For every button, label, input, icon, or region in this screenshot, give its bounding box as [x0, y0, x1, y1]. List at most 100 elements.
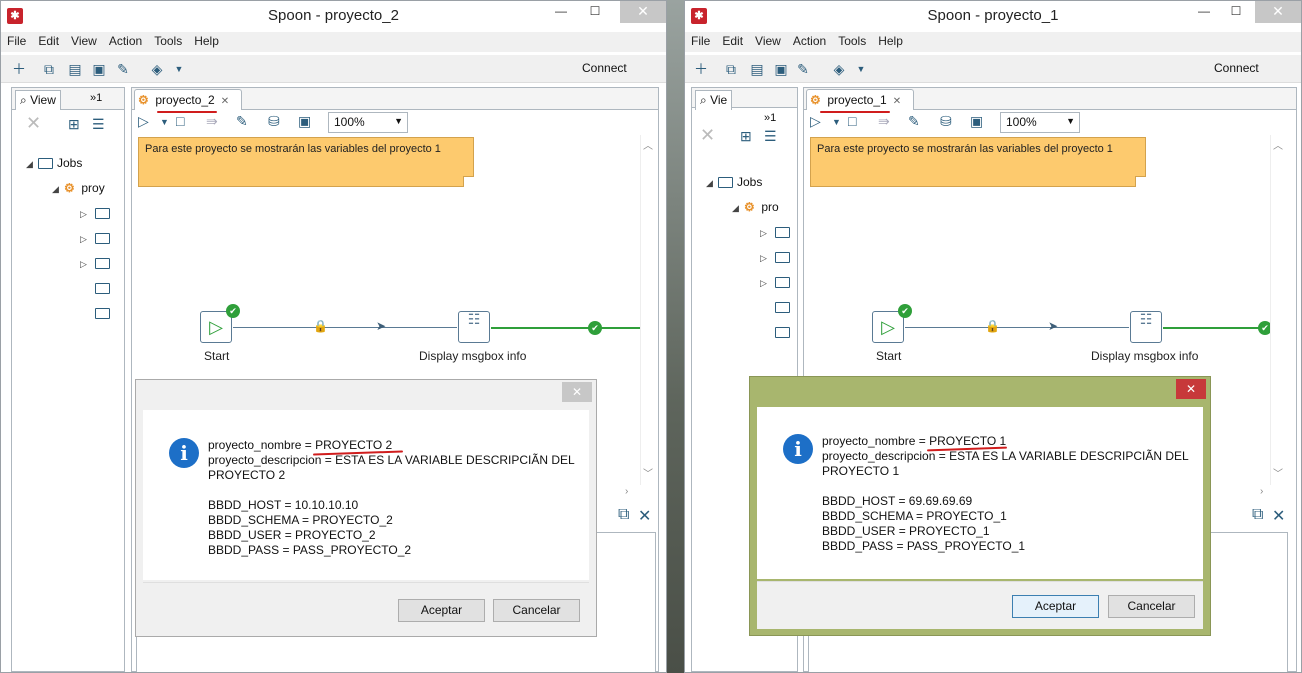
menu-action[interactable]: Action — [787, 32, 832, 50]
scroll-up-icon[interactable]: ︿ — [643, 137, 653, 152]
run-options-icon[interactable]: ▼ — [160, 117, 169, 127]
hop-line[interactable] — [905, 327, 1129, 328]
perspective-layers-icon[interactable]: ◈ — [147, 59, 167, 79]
menu-tools[interactable]: Tools — [148, 32, 188, 50]
menu-edit[interactable]: Edit — [32, 32, 65, 50]
run-icon[interactable]: ▷ — [138, 113, 149, 130]
close-window-button[interactable]: ✕ — [620, 1, 666, 23]
check-icon[interactable]: ✎ — [236, 113, 248, 130]
tree-item-folder[interactable] — [760, 297, 794, 317]
cancel-button[interactable]: Cancelar — [493, 599, 580, 622]
tab-proyecto-2[interactable]: ⚙ proyecto_2 ✕ — [134, 89, 242, 110]
zoom-select[interactable]: 100% ▼ — [1000, 112, 1080, 133]
connect-button[interactable]: Connect — [1214, 61, 1259, 75]
menu-help[interactable]: Help — [188, 32, 225, 50]
sql-icon[interactable]: ⛁ — [268, 113, 280, 130]
menu-help[interactable]: Help — [872, 32, 909, 50]
menu-edit[interactable]: Edit — [716, 32, 749, 50]
zoom-select[interactable]: 100% ▼ — [328, 112, 408, 133]
scroll-right-icon[interactable]: › — [625, 486, 628, 497]
hop-line-success[interactable] — [491, 327, 642, 329]
vertical-scrollbar[interactable]: ︿ ﹀ — [640, 135, 654, 485]
run-icon[interactable]: ▷ — [810, 113, 821, 130]
scroll-down-icon[interactable]: ﹀ — [643, 465, 653, 480]
dialog-close-button[interactable]: ✕ — [1176, 379, 1206, 399]
tree-item-folder[interactable]: ▷ — [760, 222, 794, 242]
tree-item-jobs[interactable]: ◢ Jobs — [26, 153, 82, 173]
accept-button[interactable]: Aceptar — [1012, 595, 1099, 618]
explore-repository-icon[interactable]: ▤ — [65, 59, 85, 79]
tree-item-job[interactable]: ◢ ⚙ proy — [52, 178, 105, 198]
save-as-icon[interactable]: ✎ — [793, 59, 813, 79]
close-panel-icon[interactable]: ✕ — [1272, 506, 1285, 526]
new-file-icon[interactable]: ＋ — [691, 59, 711, 79]
minimize-button[interactable]: — — [546, 1, 576, 23]
delete-icon[interactable]: ✕ — [26, 113, 41, 134]
close-panel-icon[interactable]: ✕ — [638, 506, 651, 526]
menu-action[interactable]: Action — [103, 32, 148, 50]
more-tabs-button[interactable]: »1 — [90, 92, 102, 104]
close-tab-icon[interactable]: ✕ — [893, 96, 901, 107]
minimize-button[interactable]: — — [1189, 1, 1219, 23]
canvas-note[interactable]: Para este proyecto se mostrarán las vari… — [138, 137, 474, 187]
stop-icon[interactable]: □ — [176, 113, 184, 129]
perspective-dropdown-icon[interactable]: ▼ — [851, 59, 871, 79]
connect-button[interactable]: Connect — [582, 61, 627, 75]
delete-icon[interactable]: ✕ — [700, 125, 715, 146]
close-window-button[interactable]: ✕ — [1255, 1, 1301, 23]
scroll-up-icon[interactable]: ︿ — [1273, 137, 1283, 152]
view-tab[interactable]: ⌕ Vie — [695, 90, 733, 110]
hop-line[interactable] — [233, 327, 457, 328]
collapse-tree-icon[interactable]: ☰ — [764, 128, 777, 145]
maximize-panel-icon[interactable]: ⧉ — [1252, 506, 1263, 524]
cancel-button[interactable]: Cancelar — [1108, 595, 1195, 618]
tree-item-job[interactable]: ◢ ⚙ pro — [732, 197, 779, 217]
menu-file[interactable]: File — [1, 32, 32, 50]
msgbox-entry[interactable]: ☷ — [1130, 311, 1162, 343]
tree-item-folder[interactable]: ▷ — [760, 247, 794, 267]
explore-repository-icon[interactable]: ▤ — [747, 59, 767, 79]
menu-file[interactable]: File — [685, 32, 716, 50]
tree-item-folder[interactable]: ▷ — [80, 203, 114, 223]
open-file-icon[interactable]: ⧉ — [39, 59, 59, 79]
tree-item-folder[interactable]: ▷ — [80, 253, 114, 273]
check-icon[interactable]: ✎ — [908, 113, 920, 130]
maximize-button[interactable]: ☐ — [580, 1, 610, 23]
view-tab[interactable]: ⌕ View — [15, 90, 61, 110]
close-tab-icon[interactable]: ✕ — [221, 96, 229, 107]
perspective-dropdown-icon[interactable]: ▼ — [169, 59, 189, 79]
msgbox-entry[interactable]: ☷ — [458, 311, 490, 343]
maximize-panel-icon[interactable]: ⧉ — [618, 506, 629, 524]
menu-view[interactable]: View — [65, 32, 103, 50]
tree-item-folder[interactable] — [80, 303, 114, 323]
dialog-close-button[interactable]: ✕ — [562, 382, 592, 402]
explore-db-icon[interactable]: ▣ — [970, 113, 983, 130]
maximize-button[interactable]: ☐ — [1221, 1, 1251, 23]
accept-button[interactable]: Aceptar — [398, 599, 485, 622]
stop-icon[interactable]: □ — [848, 113, 856, 129]
sql-icon[interactable]: ⛁ — [940, 113, 952, 130]
save-icon[interactable]: ▣ — [771, 59, 791, 79]
expand-tree-icon[interactable]: ⊞ — [740, 128, 752, 145]
tree-item-folder[interactable] — [760, 322, 794, 342]
save-icon[interactable]: ▣ — [89, 59, 109, 79]
hop-line-success[interactable] — [1163, 327, 1268, 329]
run-options-icon[interactable]: ▼ — [832, 117, 841, 127]
tab-proyecto-1[interactable]: ⚙ proyecto_1 ✕ — [806, 89, 914, 110]
tree-item-folder[interactable]: ▷ — [760, 272, 794, 292]
save-as-icon[interactable]: ✎ — [113, 59, 133, 79]
vertical-scrollbar[interactable]: ︿ ﹀ — [1270, 135, 1284, 485]
collapse-tree-icon[interactable]: ☰ — [92, 116, 105, 133]
canvas-note[interactable]: Para este proyecto se mostrarán las vari… — [810, 137, 1146, 187]
scroll-right-icon[interactable]: › — [1260, 486, 1263, 497]
tree-item-jobs[interactable]: ◢ Jobs — [706, 172, 762, 192]
menu-view[interactable]: View — [749, 32, 787, 50]
scroll-down-icon[interactable]: ﹀ — [1273, 465, 1283, 480]
new-file-icon[interactable]: ＋ — [9, 59, 29, 79]
replay-icon[interactable]: ⇛ — [206, 113, 218, 130]
perspective-layers-icon[interactable]: ◈ — [829, 59, 849, 79]
tree-item-folder[interactable]: ▷ — [80, 228, 114, 248]
expand-tree-icon[interactable]: ⊞ — [68, 116, 80, 133]
open-file-icon[interactable]: ⧉ — [721, 59, 741, 79]
tree-item-folder[interactable] — [80, 278, 114, 298]
